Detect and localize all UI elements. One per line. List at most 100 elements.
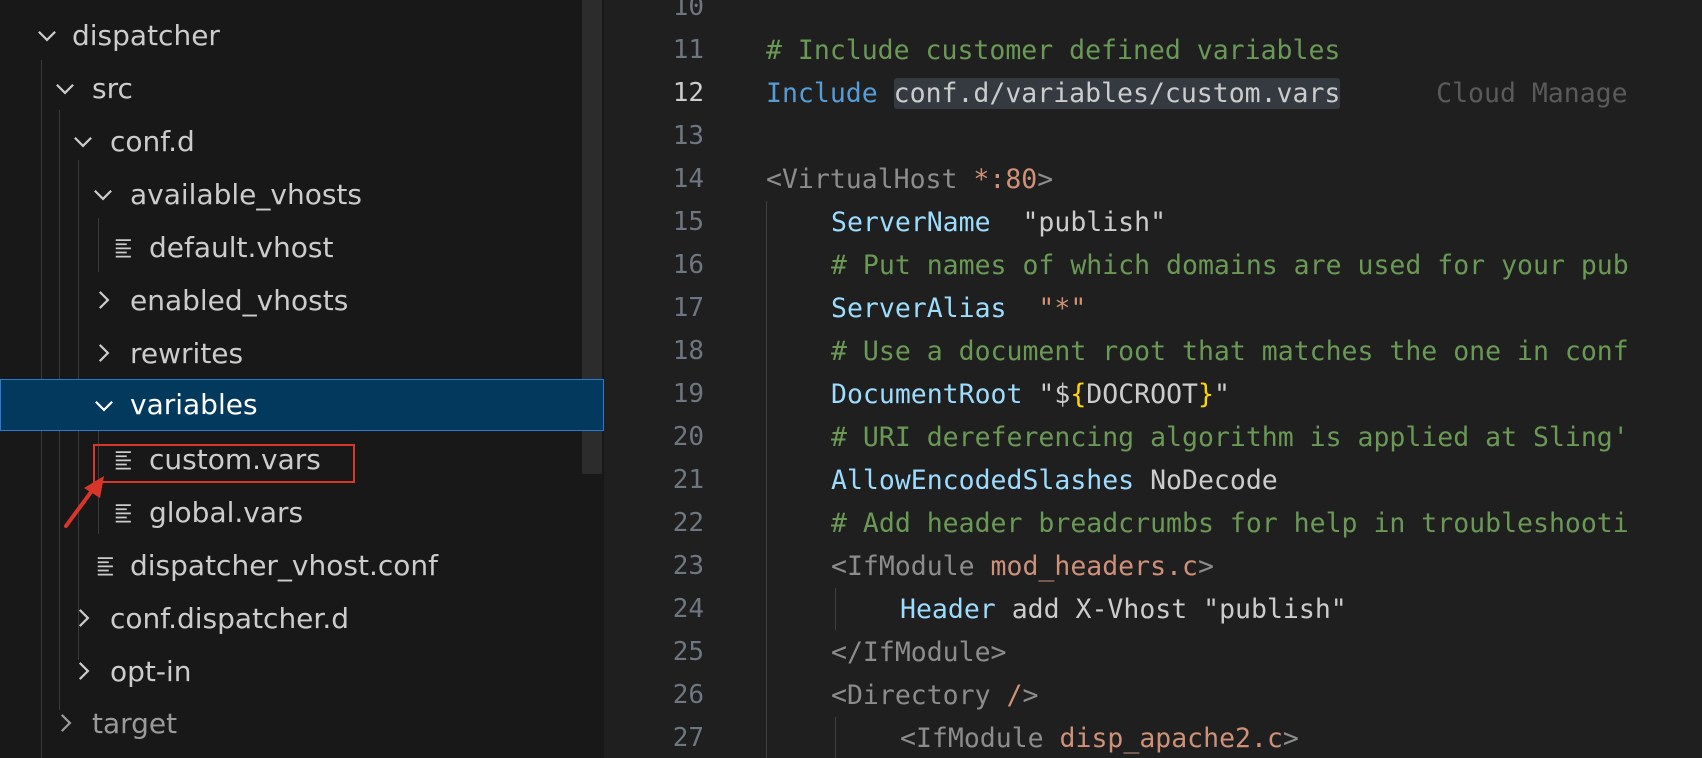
indent-guide (835, 588, 836, 630)
code-value: add X-Vhost "publish" (995, 594, 1347, 625)
code-tag-close: > (1197, 551, 1214, 582)
code-editor[interactable]: 10 11 12 13 14 15 16 17 18 19 20 21 22 2… (604, 0, 1702, 758)
code-variable: DOCROOT (1086, 379, 1198, 410)
code-directive: ServerAlias (831, 293, 1007, 324)
line-number: 19 (672, 379, 704, 409)
tree-item-label: src (92, 72, 133, 105)
tree-item-label: default.vhost (149, 231, 334, 264)
tree-item-conf-d[interactable]: conf.d (0, 115, 604, 168)
code-line-comment: # Use a document root that matches the o… (831, 336, 1629, 367)
code-line-comment: # Put names of which domains are used fo… (831, 250, 1629, 281)
line-number: 11 (672, 35, 704, 65)
code-line-servername: ServerName "publish" (831, 201, 1166, 244)
tree-item-label: dispatcher (72, 19, 220, 52)
tree-item-label: conf.d (110, 125, 195, 158)
tree-item-rewrites[interactable]: rewrites (0, 327, 604, 380)
code-line-comment: # Add header breadcrumbs for help in tro… (831, 508, 1629, 539)
line-number: 16 (672, 250, 704, 280)
tree-item-label: opt-in (110, 655, 192, 688)
code-tag-open: <VirtualHost (766, 164, 974, 195)
tree-item-label: rewrites (130, 337, 244, 370)
code-value: NoDecode (1134, 465, 1278, 496)
chevron-down-icon (52, 75, 78, 101)
line-number: 13 (672, 121, 704, 151)
annotation-highlight-box (93, 444, 355, 483)
line-number: 15 (672, 207, 704, 237)
code-tag-close: > (1282, 723, 1299, 754)
code-line-allowencodedslashes: AllowEncodedSlashes NoDecode (831, 459, 1278, 502)
code-line-documentroot: DocumentRoot "${DOCROOT}" (831, 373, 1230, 416)
chevron-down-icon (91, 392, 117, 418)
code-brace: } (1197, 379, 1214, 410)
line-number: 25 (672, 637, 704, 667)
code-line-comment: # URI dereferencing algorithm is applied… (831, 422, 1629, 453)
line-number: 18 (672, 336, 704, 366)
code-tag-open: <IfModule (831, 551, 991, 582)
line-number: 23 (672, 551, 704, 581)
chevron-right-icon (52, 710, 78, 736)
code-line-comment: # Include customer defined variables (766, 35, 1341, 66)
code-line-ifmodule: <IfModule mod_headers.c> (831, 545, 1214, 588)
tree-item-target[interactable]: target (0, 697, 604, 750)
tree-item-label: dispatcher_vhost.conf (130, 549, 438, 582)
code-module: mod_headers.c (990, 551, 1198, 582)
code-line-virtualhost: <VirtualHost *:80> (766, 158, 1053, 201)
tree-item-dispatcher-vhost-conf[interactable]: dispatcher_vhost.conf (0, 539, 604, 592)
tree-item-default-vhost[interactable]: default.vhost (0, 221, 604, 274)
code-line-header: Header add X-Vhost "publish" (900, 588, 1347, 631)
code-path-highlight: conf.d/variables/custom.vars (893, 78, 1341, 109)
code-line-directory: <Directory /> (831, 674, 1038, 717)
tree-item-label: available_vhosts (130, 178, 362, 211)
code-directive: AllowEncodedSlashes (831, 465, 1135, 496)
tree-item-dispatcher[interactable]: dispatcher (0, 9, 604, 62)
indent-guide (835, 717, 836, 758)
tree-item-label: enabled_vhosts (130, 284, 349, 317)
code-value: "*" (1006, 293, 1087, 324)
code-value-post: " (1213, 379, 1230, 410)
file-lines-icon (95, 554, 117, 576)
code-value: "publish" (990, 207, 1167, 238)
chevron-down-icon (90, 181, 116, 207)
code-brace: { (1070, 379, 1087, 410)
tree-item-conf-dispatcher-d[interactable]: conf.dispatcher.d (0, 592, 604, 645)
code-line-ifmodule-disp: <IfModule disp_apache2.c> (900, 717, 1299, 758)
code-keyword: Include (766, 78, 878, 109)
tree-item-src[interactable]: src (0, 62, 604, 115)
code-line-serveralias: ServerAlias "*" (831, 287, 1086, 330)
code-tag-close: > (1037, 164, 1054, 195)
indent-guide (766, 201, 767, 758)
code-line-include: Include conf.d/variables/custom.vars Clo… (766, 72, 1628, 115)
chevron-down-icon (70, 128, 96, 154)
code-lens-hint: Cloud Manage (1436, 78, 1628, 109)
chevron-down-icon (34, 22, 60, 48)
chevron-right-icon (90, 340, 116, 366)
tree-item-opt-in[interactable]: opt-in (0, 645, 604, 698)
red-arrow-icon (64, 476, 104, 528)
file-lines-icon (113, 236, 135, 258)
code-directive: DocumentRoot (831, 379, 1023, 410)
code-tag-close: > (1022, 680, 1039, 711)
tree-item-label: target (92, 707, 178, 740)
explorer-panel: dispatcher src conf.d available_vhosts d… (0, 0, 604, 758)
line-number: 17 (672, 293, 704, 323)
line-number: 27 (672, 723, 704, 753)
chevron-right-icon (90, 287, 116, 313)
chevron-right-icon (70, 605, 96, 631)
code-module: disp_apache2.c (1059, 723, 1283, 754)
line-number: 24 (672, 594, 704, 624)
tree-item-available-vhosts[interactable]: available_vhosts (0, 168, 604, 221)
code-tag-port: :80 (989, 164, 1038, 195)
tree-item-label: conf.dispatcher.d (110, 602, 350, 635)
tree-item-variables[interactable]: variables (0, 379, 604, 431)
tree-item-label: variables (130, 388, 258, 421)
line-number-active: 12 (672, 78, 704, 108)
tree-item-enabled-vhosts[interactable]: enabled_vhosts (0, 274, 604, 327)
code-value-pre: "$ (1022, 379, 1071, 410)
line-number: 21 (672, 465, 704, 495)
code-module: / (1006, 680, 1023, 711)
line-number: 22 (672, 508, 704, 538)
file-lines-icon (113, 501, 135, 523)
code-tag-open: <IfModule (900, 723, 1060, 754)
code-line-ifmodule-close: </IfModule> (831, 637, 1007, 668)
code-tag-star: * (973, 164, 990, 195)
